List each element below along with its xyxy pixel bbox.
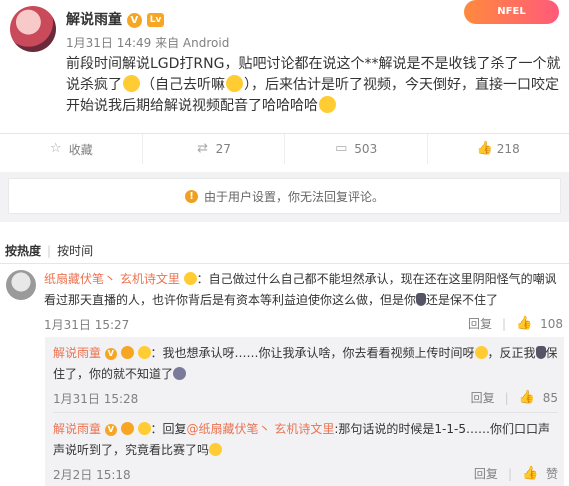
comment-body: 纸扇藏伏笔丶 玄机诗文里 ：自己做过什么自己都不能坦然承认，现在还在这里阴阳怪气… [44, 269, 564, 311]
smile-emoji-icon [319, 96, 336, 113]
ops-divider: | [502, 316, 507, 331]
reply-button[interactable]: 回复 [471, 389, 495, 406]
post-text-part: （自己去听嘛 [141, 77, 225, 93]
comment-text: 还是保不住了 [426, 293, 499, 307]
repost-button[interactable]: ⇄ 27 [143, 134, 285, 164]
reply-ops: 回复 | 👍 赞 [474, 465, 558, 482]
promo-banner[interactable]: NFEL [464, 0, 559, 24]
laugh-emoji-icon [123, 75, 140, 92]
grin-emoji-icon [226, 75, 243, 92]
divider [53, 412, 558, 413]
badge-icon [183, 272, 197, 285]
ghost-emoji-icon [173, 367, 187, 380]
replier-name[interactable]: 解说雨童 [53, 422, 101, 436]
reply-time: 2月2日 15:18 [53, 468, 131, 482]
badge-icon [137, 346, 151, 359]
like-button[interactable]: 👍 218 [428, 134, 569, 164]
badge-icon [120, 422, 134, 435]
comment-sort-tabs: 按热度 | 按时间 [5, 242, 93, 259]
repost-count: 27 [215, 142, 231, 156]
reply-button[interactable]: 回复 [474, 465, 498, 482]
replier-name[interactable]: 解说雨童 [53, 346, 101, 360]
repost-icon: ⇄ [197, 141, 209, 156]
reply-text: ：回复 [150, 422, 187, 436]
post-meta: 1月31日 14:49 来自 Android [66, 36, 230, 50]
like-label: 赞 [545, 467, 558, 481]
divider [0, 263, 569, 264]
ops-divider: | [507, 466, 512, 481]
comment-ops: 回复 | 👍 108 [468, 315, 563, 332]
reply-time: 1月31日 15:28 [53, 392, 139, 406]
level-badge: Lv [146, 13, 165, 27]
post-text: 前段时间解说LGD打RNG，贴吧讨论都在说这个**解说是不是收钱了杀了一个就说杀… [66, 54, 561, 117]
plant-emoji-icon [416, 293, 427, 306]
verified-icon: V [126, 12, 142, 28]
notice-text: 由于用户设置，你无法回复评论。 [203, 189, 384, 204]
post-actions-bar: ☆ 收藏 ⇄ 27 ▭ 503 👍 218 [0, 134, 569, 164]
reply-text: ：我也想承认呀……你让我承认啥，你去看看视频上传时间呀 [150, 346, 475, 360]
replies-container: 解说雨童 V ：我也想承认呀……你让我承认啥，你去看看视频上传时间呀 ，反正我 保住… [45, 337, 564, 486]
comment-count: 503 [354, 142, 378, 156]
author-avatar[interactable] [10, 6, 56, 52]
thumbs-up-icon: 👍 [476, 141, 493, 156]
like-count: 85 [542, 390, 558, 405]
reply-body: 解说雨童 V ：回复@纸扇藏伏笔丶 玄机诗文里:那句话说的时候是1-1-5……你… [53, 419, 558, 461]
plant-emoji-icon [535, 346, 546, 359]
reply-ops: 回复 | 👍 85 [471, 389, 558, 406]
badge-icon [120, 346, 134, 359]
comment-icon: ▭ [335, 141, 348, 156]
commenter-name[interactable]: 纸扇藏伏笔丶 玄机诗文里 [44, 272, 180, 286]
verified-icon: V [104, 423, 117, 436]
favorite-button[interactable]: ☆ 收藏 [0, 134, 143, 164]
reply-button[interactable]: 回复 [468, 315, 492, 332]
tab-sort-hot[interactable]: 按热度 [5, 244, 41, 258]
notice-area: ! 由于用户设置，你无法回复评论。 [0, 172, 569, 222]
reply-body: 解说雨童 V ：我也想承认呀……你让我承认啥，你去看看视频上传时间呀 ，反正我 保住… [53, 343, 558, 385]
like-count: 108 [540, 316, 563, 331]
info-icon: ! [184, 189, 198, 203]
post-author-name[interactable]: 解说雨童 [66, 12, 122, 28]
grin-emoji-icon [474, 346, 488, 359]
badge-icon [137, 422, 151, 435]
comment-time: 1月31日 15:27 [44, 318, 130, 332]
favorite-label: 收藏 [68, 142, 93, 157]
thumbs-up-icon[interactable]: 👍 [516, 316, 532, 331]
verified-icon: V [104, 347, 117, 360]
reply-disabled-notice: ! 由于用户设置，你无法回复评论。 [8, 178, 561, 214]
thinking-emoji-icon [209, 443, 223, 456]
like-count: 218 [496, 142, 520, 156]
star-icon: ☆ [49, 141, 62, 156]
tab-divider: | [47, 244, 52, 258]
mention-link[interactable]: @纸扇藏伏笔丶 玄机诗文里 [187, 422, 335, 436]
tab-sort-time[interactable]: 按时间 [57, 244, 93, 258]
reply-text: ，反正我 [487, 346, 536, 360]
commenter-avatar[interactable] [6, 270, 36, 300]
thumbs-up-icon[interactable]: 👍 [519, 390, 535, 405]
thumbs-up-icon[interactable]: 👍 [522, 466, 538, 481]
comment-button[interactable]: ▭ 503 [285, 134, 428, 164]
post-author[interactable]: 解说雨童 V Lv [66, 9, 165, 29]
ops-divider: | [504, 390, 509, 405]
